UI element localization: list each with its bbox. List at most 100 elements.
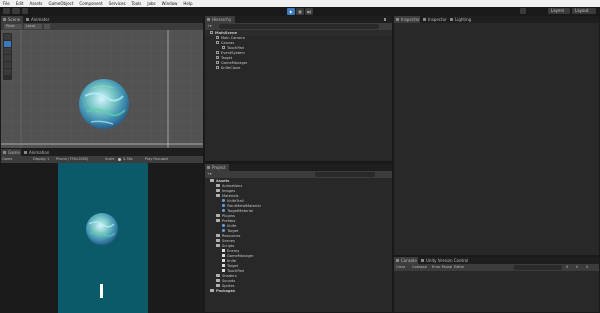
- folder-icon: [216, 219, 220, 223]
- search-button[interactable]: [520, 8, 526, 14]
- material-icon: [222, 229, 226, 233]
- menu-item-component[interactable]: Component: [79, 1, 102, 6]
- material-icon: [222, 199, 226, 203]
- menu-item-assets[interactable]: Assets: [29, 1, 42, 6]
- collapse-button[interactable]: Collapse: [412, 265, 430, 270]
- scene-grid: [1, 30, 203, 148]
- script-icon: [222, 264, 225, 268]
- tab-animation[interactable]: Animation: [22, 149, 52, 156]
- hand-tool[interactable]: [4, 34, 11, 40]
- error-count[interactable]: 0: [586, 265, 594, 270]
- project-tabbar: Project: [205, 164, 392, 171]
- tab-version-control[interactable]: Unity Version Control: [419, 257, 469, 264]
- tab-lighting[interactable]: Lighting: [448, 16, 472, 23]
- tab-game[interactable]: Game: [1, 149, 21, 156]
- pivot-dropdown[interactable]: Pivot: [4, 24, 22, 29]
- transform-tool[interactable]: [4, 69, 11, 75]
- scale-slider-knob[interactable]: [118, 158, 121, 161]
- menu-item-edit[interactable]: Edit: [16, 1, 24, 6]
- layers-dropdown[interactable]: Layers: [548, 8, 570, 14]
- pause-button[interactable]: [296, 8, 304, 15]
- project-item-label: Plugins: [222, 214, 235, 218]
- hierarchy-item[interactable]: KnifeClone: [216, 66, 240, 71]
- step-icon: [307, 10, 311, 13]
- tab-project[interactable]: Project: [205, 164, 229, 171]
- warning-count[interactable]: 0: [576, 265, 584, 270]
- console-search-input[interactable]: [514, 265, 562, 270]
- project-search-input[interactable]: [315, 172, 375, 177]
- game-render: [86, 213, 118, 298]
- play-button[interactable]: [287, 8, 295, 15]
- scale-tool[interactable]: [4, 55, 11, 61]
- animator-tab-icon: [26, 18, 29, 21]
- folder-icon: [216, 284, 220, 288]
- scene-panel: Scene Animator Pivot Local: [0, 15, 204, 148]
- project-item-label: Target: [227, 229, 239, 233]
- script-icon: [222, 254, 225, 258]
- menu-item-file[interactable]: File: [3, 1, 10, 6]
- scene-toolbar: Pivot Local: [1, 23, 203, 30]
- target-planet[interactable]: [79, 79, 129, 129]
- hierarchy-panel: Hierarchy +▾ MainScene Main Camera Canvas T…: [204, 15, 393, 162]
- game-display-dropdown[interactable]: Game: [2, 157, 22, 162]
- pause-icon: [298, 10, 302, 13]
- menu-item-gameobject[interactable]: GameObject: [48, 1, 73, 6]
- rect-tool[interactable]: [4, 62, 11, 68]
- error-pause-button[interactable]: Error Pause: [432, 265, 452, 270]
- unity-editor-window: File Edit Assets GameObject Component Se…: [0, 0, 600, 313]
- menu-item-window[interactable]: Window: [162, 1, 178, 6]
- local-dropdown[interactable]: Local: [24, 24, 42, 29]
- game-target-planet: [86, 213, 118, 245]
- project-item-label: Shaders: [222, 274, 237, 278]
- tab-inspector-2[interactable]: Inspector: [421, 16, 447, 23]
- tab-animator[interactable]: Animator: [24, 16, 52, 23]
- project-item-label: Knife: [227, 259, 237, 264]
- log-count[interactable]: 0: [566, 265, 574, 270]
- clear-button[interactable]: Clear: [396, 265, 408, 270]
- project-item-label: Sounds: [222, 279, 236, 283]
- play-focused-dropdown[interactable]: Play Focused: [145, 157, 173, 162]
- grid-button[interactable]: [44, 24, 50, 29]
- hierarchy-menu-icon[interactable]: [384, 18, 386, 21]
- collab-button[interactable]: [22, 8, 28, 14]
- tab-console[interactable]: Console: [394, 257, 418, 264]
- project-item[interactable]: Packages: [210, 289, 235, 294]
- cloud-button[interactable]: [12, 8, 20, 14]
- animation-tab-icon: [24, 151, 27, 154]
- project-item-label: Assets: [216, 179, 230, 183]
- menu-item-jobs[interactable]: Jobs: [147, 1, 155, 6]
- step-button[interactable]: [305, 8, 313, 15]
- folder-icon: [216, 214, 220, 218]
- project-item-label: Enemy: [227, 249, 240, 254]
- hierarchy-tabbar: Hierarchy: [205, 16, 392, 23]
- cube-icon: [216, 66, 219, 70]
- create-button[interactable]: +▾: [207, 24, 215, 29]
- device-dropdown[interactable]: Phone (795x1080): [56, 157, 96, 162]
- menu-item-tools[interactable]: Tools: [132, 1, 142, 6]
- game-tab-icon: [3, 151, 6, 154]
- hierarchy-item-label: KnifeClone: [221, 66, 241, 70]
- account-button[interactable]: [3, 8, 10, 14]
- move-tool[interactable]: [4, 41, 11, 47]
- material-icon: [222, 204, 226, 208]
- game-view[interactable]: [58, 163, 148, 313]
- game-view-background: [1, 163, 203, 313]
- tab-scene[interactable]: Scene: [1, 16, 23, 23]
- display-number-dropdown[interactable]: Display 1: [33, 157, 53, 162]
- tab-inspector[interactable]: Inspector: [394, 16, 420, 23]
- rotate-tool[interactable]: [4, 48, 11, 54]
- layout-dropdown[interactable]: Layout: [572, 8, 596, 14]
- project-create-button[interactable]: +▾: [207, 172, 215, 177]
- menu-item-help[interactable]: Help: [183, 1, 192, 6]
- hierarchy-search-input[interactable]: [219, 24, 379, 29]
- folder-icon: [210, 179, 214, 183]
- project-item-label: Scenes: [222, 239, 235, 243]
- menu-item-services[interactable]: Services: [109, 1, 126, 6]
- project-item-label: Knife: [227, 224, 237, 228]
- cube-icon: [216, 56, 219, 60]
- folder-icon: [216, 244, 220, 248]
- scene-view[interactable]: [1, 30, 203, 148]
- tab-hierarchy[interactable]: Hierarchy: [205, 16, 235, 23]
- editor-dropdown[interactable]: Editor: [454, 265, 468, 270]
- project-tab-icon: [207, 166, 210, 169]
